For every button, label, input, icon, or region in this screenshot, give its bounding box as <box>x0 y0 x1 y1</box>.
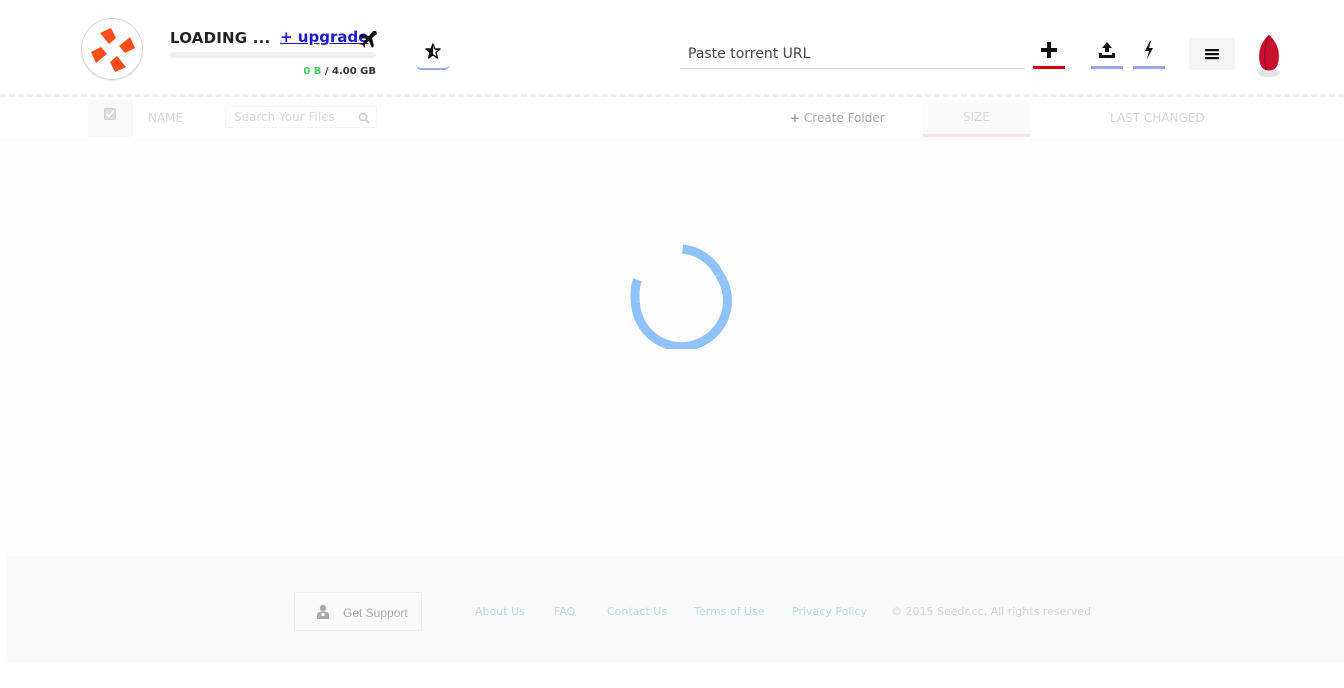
file-search-box <box>225 106 377 128</box>
search-icon[interactable] <box>358 111 370 129</box>
column-header-last-changed[interactable]: LAST CHANGED <box>1110 111 1205 125</box>
top-header: LOADING ... + upgrade 0 B / 4.00 GB <box>0 0 1344 96</box>
create-folder-label: Create Folder <box>803 111 885 125</box>
flash-button[interactable] <box>1133 38 1165 69</box>
storage-used-value: 0 B <box>303 66 322 77</box>
header-divider <box>0 94 1344 97</box>
footer-link-faq[interactable]: FAQ <box>554 605 575 618</box>
torrent-url-input[interactable] <box>680 39 1025 69</box>
footer-link-about-us[interactable]: About Us <box>475 605 525 618</box>
storage-usage-text: 0 B / 4.00 GB <box>170 66 376 77</box>
footer-link-terms-of-use[interactable]: Terms of Use <box>694 605 765 618</box>
storage-progress-bar <box>170 52 376 58</box>
upgrade-link[interactable]: + upgrade <box>280 28 368 46</box>
storage-separator: / <box>321 66 333 77</box>
storage-total-value: 4.00 GB <box>332 66 376 77</box>
footer-link-privacy-policy[interactable]: Privacy Policy <box>792 605 867 618</box>
user-name-label: LOADING ... <box>170 29 271 47</box>
loading-spinner <box>627 241 735 352</box>
favorites-button[interactable] <box>416 38 450 70</box>
page-footer <box>7 556 1344 662</box>
copyright-text: © 2015 Seedr.cc, All rights reserved <box>891 605 1092 618</box>
plus-icon: + <box>790 111 801 125</box>
airplane-icon[interactable] <box>358 29 378 49</box>
add-torrent-button[interactable] <box>1033 38 1065 69</box>
select-all-checkbox[interactable] <box>88 100 133 137</box>
footer-link-contact-us[interactable]: Contact Us <box>607 605 667 618</box>
file-search-input[interactable] <box>234 109 354 125</box>
seedr-logo[interactable] <box>81 18 143 80</box>
column-header-size[interactable]: SIZE <box>923 100 1030 137</box>
hamburger-menu-button[interactable] <box>1189 38 1235 70</box>
upload-button[interactable] <box>1091 38 1123 69</box>
create-folder-button[interactable]: + Create Folder <box>790 111 885 125</box>
get-support-button[interactable]: Get Support <box>294 592 422 631</box>
get-support-label: Get Support <box>343 606 408 620</box>
column-header-name[interactable]: NAME <box>148 111 183 125</box>
seed-avatar[interactable] <box>1253 33 1285 79</box>
